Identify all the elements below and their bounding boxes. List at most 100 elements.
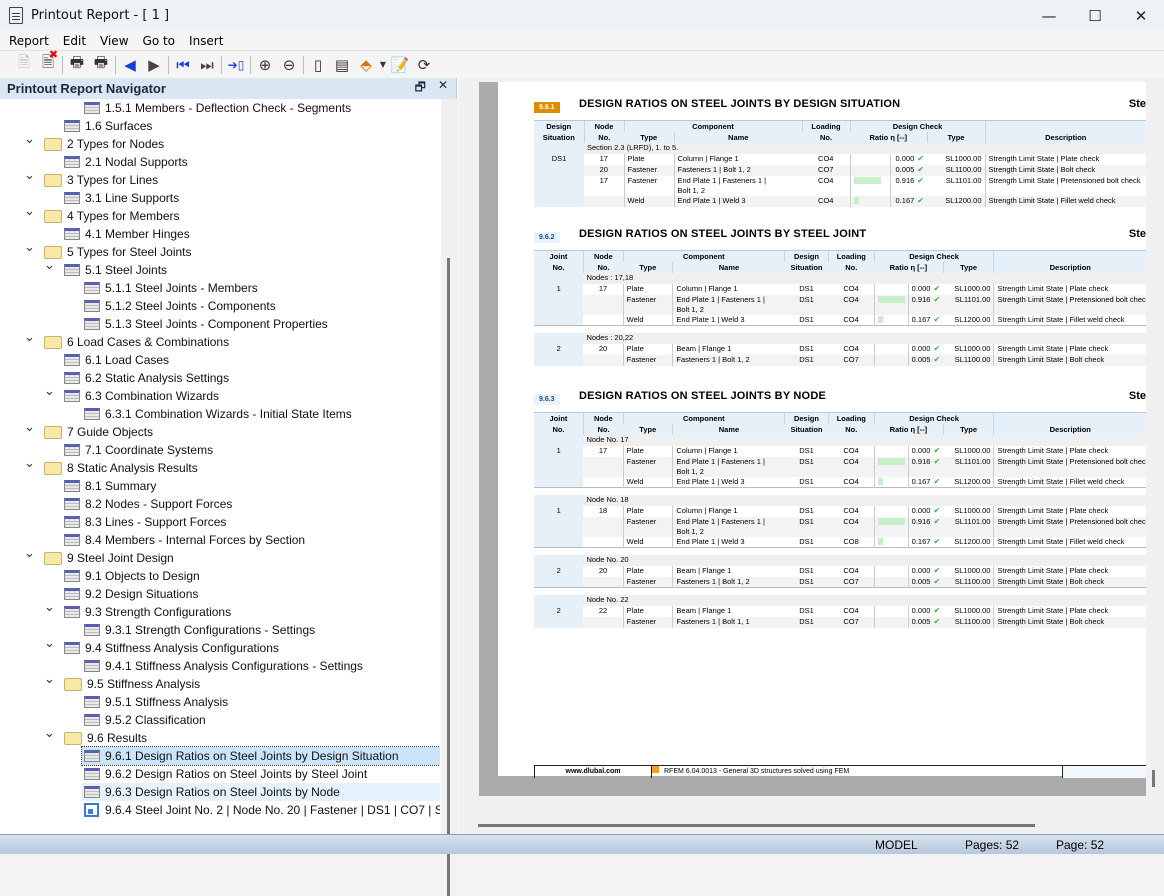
page-setup-icon[interactable]: ▯ [306,54,330,76]
chevron-down-icon[interactable]: ⌄ [24,239,35,255]
tree-item[interactable]: ⌄ 7 Guide Objects [0,419,440,441]
header-check-type: Type [942,423,994,435]
folder-icon [64,677,82,691]
close-button[interactable]: ✕ [1118,0,1164,31]
chevron-down-icon[interactable]: ⌄ [24,203,35,219]
close-panel-button[interactable]: ✕ [438,78,448,99]
menu-edit[interactable]: Edit [57,34,92,48]
tree-item[interactable]: 1.6 Surfaces [0,117,440,135]
tree-item[interactable]: ⌄ 8 Static Analysis Results [0,455,440,477]
menu-go-to[interactable]: Go to [137,34,182,48]
chevron-down-icon[interactable]: ⌄ [44,383,55,399]
last-page-icon[interactable]: ⏭ [195,54,219,76]
viewer-horizontal-scrollbar[interactable] [478,824,1035,827]
tree-item[interactable]: 2.1 Nodal Supports [0,153,440,171]
tree-item[interactable]: 8.1 Summary [0,477,440,495]
group-row: Nodes : 17,18 [534,272,1146,284]
dropdown-arrow-icon[interactable]: ▼ [378,54,388,76]
tree-item[interactable]: 6.2 Static Analysis Settings [0,369,440,387]
minimize-button[interactable]: — [1026,0,1072,31]
tree-item[interactable]: 8.3 Lines - Support Forces [0,513,440,531]
cell-ratio: 0.916 ✔ [907,456,944,477]
chevron-down-icon[interactable]: ⌄ [24,419,35,435]
chevron-down-icon[interactable]: ⌄ [44,635,55,651]
print-settings-icon[interactable]: 🖶 [89,53,113,76]
tree-item[interactable]: ⌄ 5 Types for Steel Joints [0,239,440,261]
tree-item[interactable]: 9.6.3 Design Ratios on Steel Joints by N… [0,783,440,801]
tree-item[interactable]: ⌄ 3 Types for Lines [0,167,440,189]
cell-description: Strength Limit State | Bolt check [993,354,1146,366]
tree-item[interactable]: 5.1.2 Steel Joints - Components [0,297,440,315]
tree-item[interactable]: 8.2 Nodes - Support Forces [0,495,440,513]
viewer-scrollbar-thumb[interactable] [1152,770,1155,787]
header-icon[interactable]: ⬘ [354,54,378,76]
tree-item[interactable]: ⌄ 9.4 Stiffness Analysis Configurations [0,635,440,657]
header-node-sub: No. [582,261,624,273]
print-icon[interactable]: 🖶 [65,53,89,76]
navigator-scrollbar-thumb[interactable] [447,258,450,896]
tree-item[interactable]: ⌄ 9.3 Strength Configurations [0,599,440,621]
previous-page-icon[interactable]: ◀ [118,54,142,76]
tree-item[interactable]: 6.3.1 Combination Wizards - Initial Stat… [0,405,440,423]
tree-item[interactable]: 9.4.1 Stiffness Analysis Configurations … [0,657,440,675]
selection-icon[interactable]: ▤ [330,54,354,76]
tree-item[interactable]: ⌄ 5.1 Steel Joints [0,257,440,279]
refresh-icon[interactable]: ⟳ [412,54,436,76]
tree-item[interactable]: 3.1 Line Supports [0,189,440,207]
status-mode: MODEL [875,838,918,852]
tree-item[interactable]: 9.1 Objects to Design [0,567,440,585]
chevron-down-icon[interactable]: ⌄ [44,671,55,687]
chevron-down-icon[interactable]: ⌄ [44,725,55,741]
tree-item[interactable]: 5.1.3 Steel Joints - Component Propertie… [0,315,440,333]
cell-description: Strength Limit State | Plate check [993,505,1146,517]
zoom-in-icon[interactable]: ⊕ [253,54,277,76]
tree-item[interactable]: ⌄ 9.6 Results [0,725,440,747]
tree-item[interactable]: 5.1.1 Steel Joints - Members [0,279,440,297]
chevron-down-icon[interactable]: ⌄ [44,257,55,273]
tree-item[interactable]: 1.5.1 Members - Deflection Check - Segme… [0,99,440,117]
maximize-button[interactable]: ☐ [1072,0,1118,31]
tree-item[interactable]: ⌄ 6.3 Combination Wizards [0,383,440,405]
tree-item[interactable]: ⌄ 4 Types for Members [0,203,440,225]
tree-item[interactable]: 9.3.1 Strength Configurations - Settings [0,621,440,639]
tree-item[interactable]: ⌄ 2 Types for Nodes [0,131,440,153]
chevron-down-icon[interactable]: ⌄ [24,329,35,345]
ratio-value: 0.000 [911,445,931,455]
tree-item[interactable]: ⌄ 9 Steel Joint Design [0,545,440,567]
tree-item[interactable]: 6.1 Load Cases [0,351,440,369]
first-page-icon[interactable]: ⏮ [171,54,195,76]
cell-ratio: 0.005 ✔ [889,164,927,176]
tree-item[interactable]: ⌄ 6 Load Cases & Combinations [0,329,440,351]
cell-type: Plate [622,445,673,457]
menu-insert[interactable]: Insert [183,34,229,48]
menu-view[interactable]: View [94,34,134,48]
edit-icon[interactable]: 📝 [388,54,412,76]
chevron-down-icon[interactable]: ⌄ [24,455,35,471]
open-icon[interactable]: 🗎 [12,53,36,76]
chevron-down-icon[interactable]: ⌄ [44,599,55,615]
tree-item[interactable]: 4.1 Member Hinges [0,225,440,243]
tree-item[interactable]: 9.2 Design Situations [0,585,440,603]
cell-ratio-bar [873,605,909,617]
tree-item[interactable]: 9.6.2 Design Ratios on Steel Joints by S… [0,765,440,783]
tree-item[interactable]: 9.5.1 Stiffness Analysis [0,693,440,711]
zoom-out-icon[interactable]: ⊖ [277,54,301,76]
float-panel-button[interactable]: 🗗 [415,78,426,99]
delete-icon[interactable]: 🗎 ✖ [36,48,60,76]
header-col1-sub: No. [534,423,584,435]
chevron-down-icon[interactable]: ⌄ [24,545,35,561]
cell-name-line1: Column | Flange 1 [676,505,738,515]
tree-item[interactable]: 7.1 Coordinate Systems [0,441,440,459]
menu-report[interactable]: Report [3,34,55,48]
table-icon [84,786,100,798]
tree-item[interactable]: 9.5.2 Classification [0,711,440,729]
tree-item[interactable]: 8.4 Members - Internal Forces by Section [0,531,440,549]
tree-item[interactable]: 9.6.1 Design Ratios on Steel Joints by D… [0,746,440,766]
tree-item[interactable]: ⌄ 9.5 Stiffness Analysis [0,671,440,693]
tree-item-label: 8.2 Nodes - Support Forces [85,497,233,511]
chevron-down-icon[interactable]: ⌄ [24,131,35,147]
next-page-icon[interactable]: ▶ [142,54,166,76]
tree-item[interactable]: 9.6.4 Steel Joint No. 2 | Node No. 20 | … [0,801,440,819]
go-to-page-icon[interactable]: ➔▯ [224,54,248,76]
chevron-down-icon[interactable]: ⌄ [24,167,35,183]
